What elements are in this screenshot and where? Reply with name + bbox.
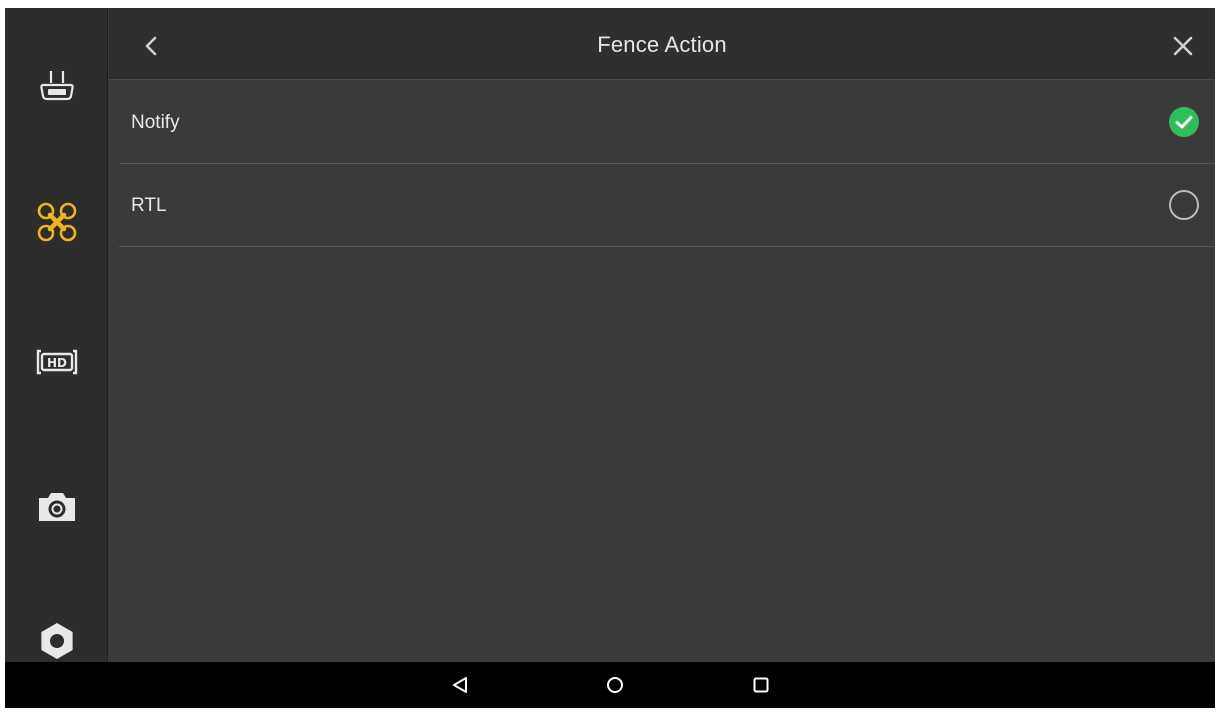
system-nav-bar — [5, 662, 1215, 708]
option-notify[interactable]: Notify — [119, 81, 1215, 164]
close-icon — [1173, 36, 1193, 56]
settings-panel: Fence Action Notify RTL — [109, 8, 1215, 662]
recents-square-icon — [753, 677, 769, 693]
gear-icon — [40, 623, 73, 659]
hd-video-icon: HD — [36, 349, 77, 375]
sidebar-item-aircraft[interactable] — [5, 192, 108, 252]
sidebar-item-remote-controller[interactable] — [5, 56, 108, 116]
option-rtl[interactable]: RTL — [119, 164, 1215, 247]
sidebar-item-hd-video[interactable]: HD — [5, 332, 108, 392]
page-title: Fence Action — [597, 32, 727, 57]
sidebar-item-camera[interactable] — [5, 476, 108, 536]
system-recents-button[interactable] — [743, 668, 779, 702]
home-circle-icon — [607, 677, 623, 693]
system-back-button[interactable] — [442, 668, 478, 702]
back-triangle-icon — [453, 677, 467, 693]
app-screen: HD Fence Action Notify RTL — [5, 8, 1215, 708]
option-label: RTL — [131, 195, 167, 216]
sidebar: HD — [5, 8, 108, 662]
remote-controller-icon — [39, 71, 74, 101]
camera-icon — [38, 493, 75, 521]
aircraft-icon — [37, 202, 76, 242]
option-label: Notify — [131, 112, 180, 133]
radio-unselected-icon[interactable] — [1167, 188, 1201, 222]
system-home-button[interactable] — [597, 668, 633, 702]
panel-header: Fence Action — [109, 8, 1215, 80]
check-selected-icon[interactable] — [1167, 105, 1201, 139]
close-button[interactable] — [1163, 26, 1203, 66]
svg-text:HD: HD — [46, 356, 66, 370]
